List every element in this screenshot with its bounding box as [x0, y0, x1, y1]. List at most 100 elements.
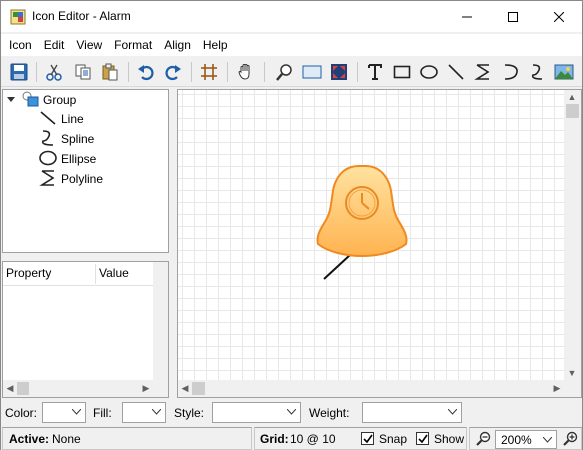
- cut-icon[interactable]: [42, 60, 66, 84]
- pan-hand-icon[interactable]: [234, 60, 258, 84]
- rectangle-icon[interactable]: [390, 60, 414, 84]
- column-property[interactable]: Property: [3, 262, 51, 285]
- scroll-up-icon[interactable]: ▲: [565, 90, 579, 104]
- style-select[interactable]: [212, 402, 301, 423]
- tree-item-label: Polyline: [61, 172, 104, 186]
- zoom-section: 200%: [469, 427, 582, 450]
- ellipse-shape-icon: [39, 150, 57, 169]
- zoom-in-icon[interactable]: [563, 431, 578, 449]
- weight-select[interactable]: [362, 402, 462, 423]
- status-bar: Active: None Grid: 10 @ 10 Snap Show 200…: [1, 427, 582, 450]
- polyline-shape-icon: [39, 169, 57, 190]
- arc-icon[interactable]: [499, 60, 523, 84]
- undo-icon[interactable]: [134, 60, 158, 84]
- spline-shape-icon: [39, 129, 57, 150]
- tree-item-label: Group: [43, 93, 77, 107]
- fill-select[interactable]: [122, 402, 166, 423]
- tree-item-group[interactable]: Group: [21, 91, 76, 109]
- format-bar: Color: Fill: Style: Weight:: [1, 400, 582, 426]
- select-rect-icon[interactable]: [300, 60, 324, 84]
- active-section: Active: None: [2, 427, 252, 450]
- redo-icon[interactable]: [161, 60, 185, 84]
- canvas-vscroll[interactable]: ▲ ▼: [564, 90, 581, 381]
- tree-item-spline[interactable]: Spline: [39, 129, 95, 150]
- save-icon[interactable]: [7, 60, 31, 84]
- scroll-thumb[interactable]: [17, 382, 29, 395]
- window-title: Icon Editor - Alarm: [32, 9, 131, 23]
- maximize-button[interactable]: [490, 1, 536, 32]
- chevron-down-icon: [72, 409, 81, 415]
- property-panel[interactable]: Property Value ◀ ▶: [2, 261, 169, 398]
- drawing-canvas[interactable]: ▲ ▼ ◀ ▶: [177, 89, 582, 398]
- chevron-down-icon: [543, 437, 552, 443]
- property-header: Property Value: [3, 262, 154, 286]
- text-icon[interactable]: [363, 60, 387, 84]
- tree-item-label: Spline: [61, 132, 95, 146]
- property-vscroll[interactable]: [153, 262, 168, 381]
- snap-checkbox[interactable]: [361, 432, 374, 445]
- fill-label: Fill:: [93, 406, 112, 420]
- grid-value: 10 @ 10: [290, 432, 336, 446]
- tree-item-ellipse[interactable]: Ellipse: [39, 150, 96, 168]
- active-label: Active:: [9, 432, 50, 446]
- color-label: Color:: [5, 406, 38, 420]
- group-icon: [21, 91, 39, 110]
- tree-item-label: Line: [61, 112, 84, 126]
- grid-icon[interactable]: [197, 60, 221, 84]
- tree-item-line[interactable]: Line: [39, 110, 84, 128]
- scroll-right-icon[interactable]: ▶: [139, 380, 153, 397]
- menu-bar: Icon Edit View Format Align Help: [1, 34, 582, 56]
- icon-editor-window: Icon Editor - Alarm Icon Edit View Forma…: [0, 0, 583, 450]
- grid-label: Grid:: [260, 432, 289, 446]
- menu-view[interactable]: View: [70, 34, 108, 56]
- menu-align[interactable]: Align: [158, 34, 197, 56]
- shape-tree-panel[interactable]: Group Line Spline Ellipse Polyline: [2, 89, 169, 253]
- zoom-select[interactable]: 200%: [495, 430, 557, 449]
- spline-icon[interactable]: [525, 60, 549, 84]
- chevron-down-icon: [287, 409, 296, 415]
- snap-label: Snap: [379, 432, 408, 446]
- color-select[interactable]: [42, 402, 86, 423]
- column-value[interactable]: Value: [96, 262, 129, 285]
- canvas-grid[interactable]: [178, 90, 565, 381]
- ellipse-icon[interactable]: [417, 60, 441, 84]
- menu-help[interactable]: Help: [197, 34, 234, 56]
- scroll-left-icon[interactable]: ◀: [178, 380, 192, 397]
- property-hscroll[interactable]: ◀ ▶: [3, 380, 168, 397]
- chevron-down-icon: [448, 409, 457, 415]
- scroll-thumb[interactable]: [192, 382, 205, 395]
- title-bar[interactable]: Icon Editor - Alarm: [1, 1, 582, 32]
- scroll-left-icon[interactable]: ◀: [3, 380, 17, 397]
- scroll-right-icon[interactable]: ▶: [550, 380, 564, 397]
- menu-icon[interactable]: Icon: [3, 34, 38, 56]
- active-value: None: [52, 432, 81, 446]
- chevron-down-icon: [152, 409, 161, 415]
- image-icon[interactable]: [552, 60, 576, 84]
- copy-icon[interactable]: [71, 60, 95, 84]
- polyline-icon[interactable]: [471, 60, 495, 84]
- show-grid-checkbox[interactable]: [416, 432, 429, 445]
- zoom-out-icon[interactable]: [476, 431, 491, 449]
- style-label: Style:: [174, 406, 205, 420]
- weight-label: Weight:: [309, 406, 350, 420]
- paste-icon[interactable]: [98, 60, 122, 84]
- minimize-button[interactable]: [444, 1, 490, 32]
- fit-icon[interactable]: [327, 60, 351, 84]
- scroll-down-icon[interactable]: ▼: [565, 366, 579, 380]
- grid-section: Grid: 10 @ 10 Snap Show: [254, 427, 467, 450]
- menu-format[interactable]: Format: [108, 34, 158, 56]
- collapse-group-icon[interactable]: [7, 97, 15, 102]
- zoom-icon[interactable]: [273, 60, 297, 84]
- alarm-bell-icon: [316, 165, 408, 280]
- show-label: Show: [434, 432, 465, 446]
- line-shape-icon: [39, 110, 57, 129]
- close-button[interactable]: [536, 1, 582, 32]
- tree-item-label: Ellipse: [61, 152, 97, 166]
- tree-item-polyline[interactable]: Polyline: [39, 169, 104, 190]
- canvas-hscroll[interactable]: ◀ ▶: [178, 380, 565, 397]
- toolbar: [1, 57, 582, 87]
- line-icon[interactable]: [444, 60, 468, 84]
- scroll-thumb[interactable]: [566, 104, 579, 118]
- menu-edit[interactable]: Edit: [38, 34, 71, 56]
- app-icon: [10, 9, 26, 25]
